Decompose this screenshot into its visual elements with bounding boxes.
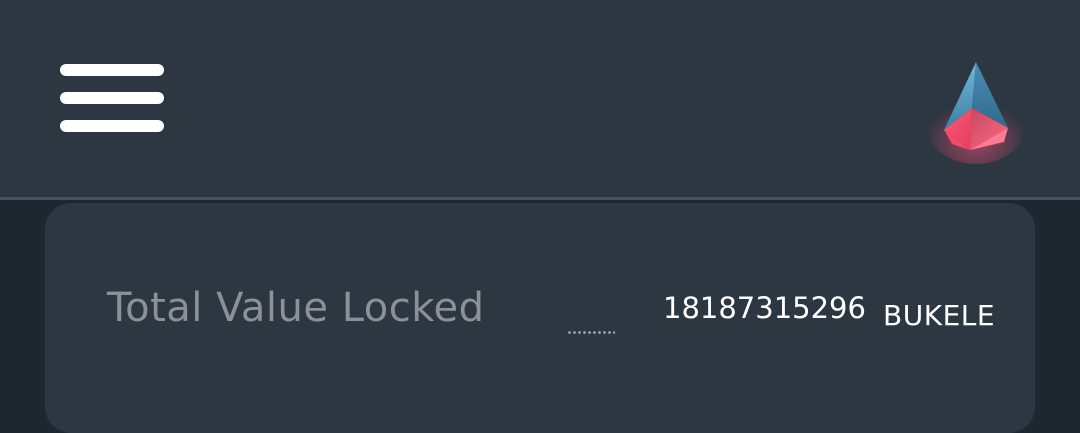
total-value-locked-amount: 18187315296	[663, 291, 866, 325]
dotted-leader	[567, 331, 615, 334]
hamburger-menu-icon[interactable]	[56, 60, 168, 136]
token-unit-label: BUKELE	[883, 299, 996, 332]
total-value-locked-label: Total Value Locked	[107, 285, 485, 331]
tvl-card: Total Value Locked 18187315296 BUKELE	[45, 203, 1035, 433]
app-header	[0, 0, 1080, 200]
menu-bar-middle	[60, 92, 164, 104]
menu-bar-top	[60, 64, 164, 76]
menu-bar-bottom	[60, 120, 164, 132]
crystal-gem-logo-icon[interactable]	[922, 50, 1030, 170]
